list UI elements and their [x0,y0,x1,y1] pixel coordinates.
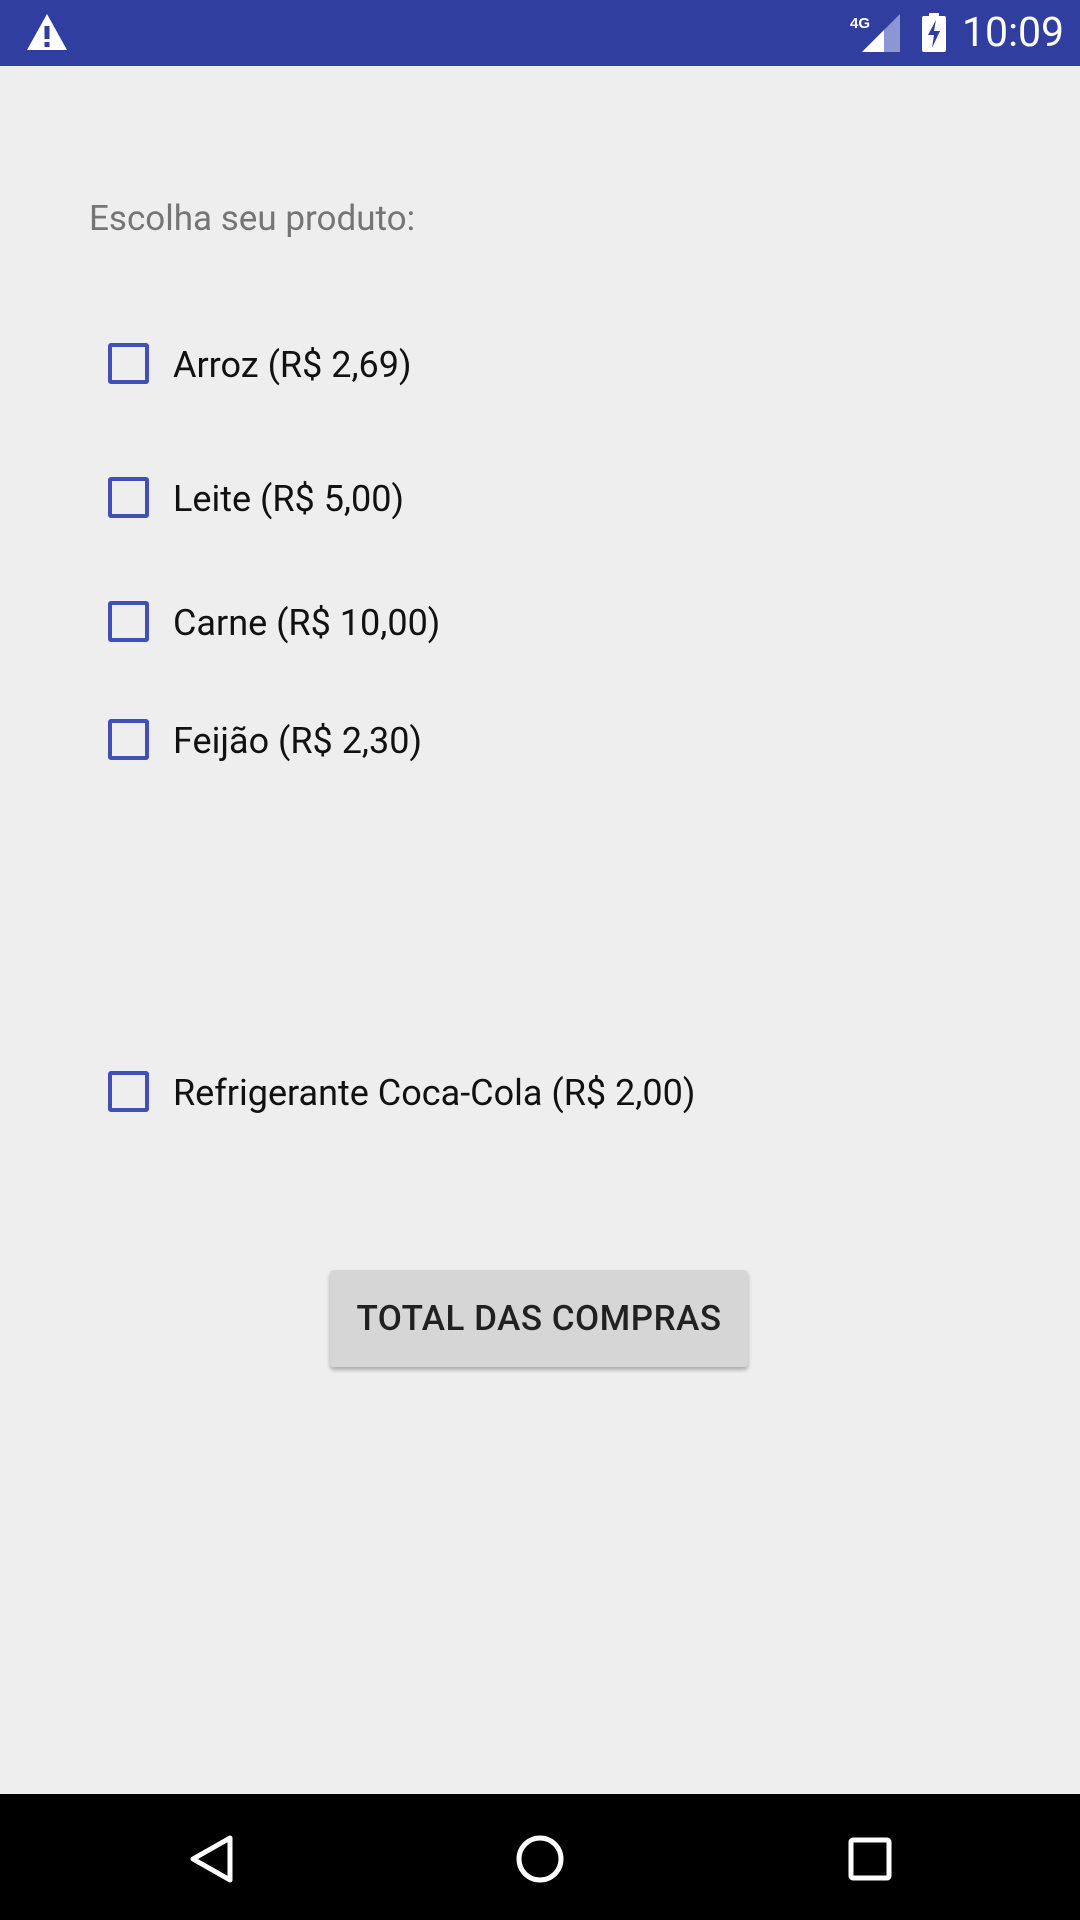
checkbox-icon[interactable] [108,601,149,642]
product-label[interactable]: Arroz (R$ 2,69) [173,335,412,395]
product-checkbox-feijao[interactable]: Feijão (R$ 2,30) [106,711,1006,771]
network-4g-icon: 4G [850,14,900,52]
product-label[interactable]: Refrigerante Coca-Cola (R$ 2,00) [173,1063,695,1123]
warning-icon [27,14,67,50]
battery-charging-icon [922,13,946,52]
checkbox-icon[interactable] [108,343,149,384]
product-label[interactable]: Carne (R$ 10,00) [173,593,440,653]
product-checkbox-leite[interactable]: Leite (R$ 5,00) [106,469,1006,529]
product-label[interactable]: Leite (R$ 5,00) [173,469,404,529]
back-icon[interactable] [185,1832,239,1886]
product-prompt: Escolha seu produto: [89,198,416,239]
product-checkbox-refrigerante[interactable]: Refrigerante Coca-Cola (R$ 2,00) [106,1063,1006,1123]
recents-icon[interactable] [843,1832,897,1886]
checkbox-icon[interactable] [108,1071,149,1112]
navigation-bar [0,1794,1080,1920]
checkbox-icon[interactable] [108,477,149,518]
product-checkbox-arroz[interactable]: Arroz (R$ 2,69) [106,335,1006,395]
product-label[interactable]: Feijão (R$ 2,30) [173,711,422,771]
home-icon[interactable] [513,1832,567,1886]
total-purchases-button[interactable]: TOTAL DAS COMPRAS [330,1270,748,1367]
svg-text:4G: 4G [850,15,870,32]
checkbox-icon[interactable] [108,719,149,760]
product-checkbox-carne[interactable]: Carne (R$ 10,00) [106,593,1006,653]
status-time: 10:09 [962,9,1065,57]
status-bar: 4G 10:09 [0,0,1080,66]
